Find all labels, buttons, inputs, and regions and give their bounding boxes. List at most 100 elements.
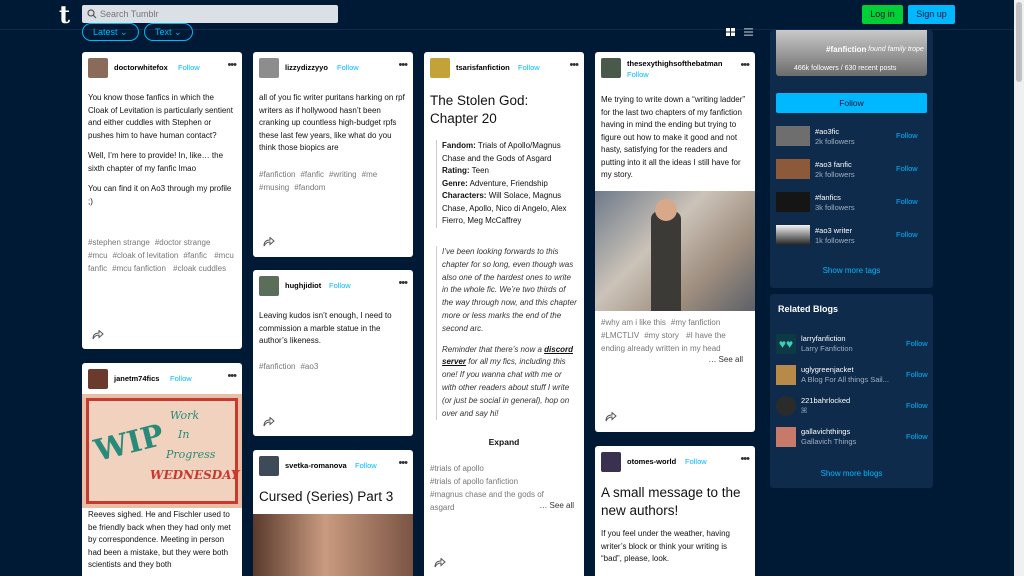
tag-link[interactable]: #mcu fanfiction (112, 264, 166, 273)
reblog-icon[interactable] (434, 558, 446, 568)
related-tag-row[interactable]: #ao3 fanfic 2k followers Follow (770, 159, 933, 183)
see-all-link[interactable]: … See all (706, 355, 743, 364)
genre-value: Adventure, Friendship (469, 178, 548, 188)
rating-label: Rating: (442, 166, 470, 175)
tag-link[interactable]: #cloak of levitation (113, 251, 179, 260)
avatar[interactable] (601, 452, 621, 472)
tag-link[interactable]: #trials of apollo fanfiction (430, 475, 576, 488)
more-options-icon[interactable]: ••• (569, 59, 579, 71)
post-image[interactable] (595, 191, 755, 311)
post-username[interactable]: tsarisfanfiction (456, 63, 510, 72)
tag-link[interactable]: #doctor strange (155, 238, 211, 247)
post-username[interactable]: otomes-world (627, 457, 676, 466)
related-blog-row[interactable]: 221bahrlocked ꕤ Follow (770, 394, 933, 418)
blog-follow-link[interactable]: Follow (906, 339, 928, 348)
related-blog-row[interactable]: ♥♥ larryfanfiction Larry Fanfiction Foll… (770, 332, 933, 356)
text-filter-button[interactable]: Text ⌄ (144, 23, 193, 41)
tag-link[interactable]: #my story (644, 331, 679, 340)
tag-link[interactable]: #fandom (294, 183, 325, 192)
post-username[interactable]: hughjidiot (285, 281, 321, 290)
tag-follow-link[interactable]: Follow (896, 131, 918, 140)
tag-link[interactable]: #trials of apollo (430, 462, 576, 475)
expand-button[interactable]: Expand (424, 420, 584, 452)
more-options-icon[interactable]: ••• (227, 59, 237, 71)
more-options-icon[interactable]: ••• (227, 370, 237, 382)
login-button[interactable]: Log in (862, 5, 903, 24)
follow-link[interactable]: Follow (627, 70, 649, 79)
blog-follow-link[interactable]: Follow (906, 401, 928, 410)
related-tag-row[interactable]: #ao3fic 2k followers Follow (770, 126, 933, 150)
post-username[interactable]: janetm74fics (114, 374, 159, 383)
latest-filter-button[interactable]: Latest ⌄ (82, 23, 139, 41)
follow-link[interactable]: Follow (329, 281, 351, 290)
tag-link[interactable]: #fanfic (183, 251, 207, 260)
more-options-icon[interactable]: ••• (398, 457, 408, 469)
tag-link[interactable]: #LMCTLIV (601, 331, 639, 340)
tumblr-logo[interactable]: t (59, 3, 75, 27)
post-username[interactable]: thesexythighsofthebatman (627, 59, 722, 68)
fandom-label: Fandom: (442, 141, 476, 150)
tag-link[interactable]: #fanfic (300, 170, 324, 179)
tag-follow-link[interactable]: Follow (896, 230, 918, 239)
more-options-icon[interactable]: ••• (398, 277, 408, 289)
blog-follow-link[interactable]: Follow (906, 432, 928, 441)
tag-link[interactable]: #my fanfiction (671, 318, 720, 327)
related-tag-row[interactable]: #fanfics 3k followers Follow (770, 192, 933, 216)
avatar[interactable] (259, 58, 279, 78)
search-input[interactable] (100, 5, 330, 23)
reblog-icon[interactable] (263, 237, 275, 247)
follow-link[interactable]: Follow (518, 63, 540, 72)
follow-link[interactable]: Follow (337, 63, 359, 72)
tag-link[interactable]: #ao3 (300, 362, 318, 371)
reblog-icon[interactable] (263, 417, 275, 427)
follow-link[interactable]: Follow (170, 374, 192, 383)
post-image[interactable]: WIP Work In Progress WEDNESDAY (82, 394, 242, 508)
tag-follow-link[interactable]: Follow (896, 197, 918, 206)
page-scrollbar[interactable] (1014, 0, 1024, 576)
tag-header-image[interactable]: #fanfiction found family trope 466k foll… (776, 30, 927, 76)
avatar[interactable] (88, 58, 108, 78)
avatar[interactable] (430, 58, 450, 78)
see-all-link[interactable]: … See all (539, 501, 574, 510)
reblog-icon[interactable] (92, 330, 104, 340)
search-box[interactable] (82, 5, 338, 23)
related-blog-row[interactable]: uglygreenjacket A Blog For All things Sa… (770, 363, 933, 387)
avatar[interactable] (259, 456, 279, 476)
avatar[interactable] (259, 276, 279, 296)
tag-link[interactable]: #why am i like this (601, 318, 666, 327)
grid-view-icon[interactable] (726, 28, 735, 36)
related-tag-row[interactable]: #ao3 writer 1k followers Follow (770, 225, 933, 249)
tag-link[interactable]: #cloak cuddles (173, 264, 226, 273)
more-options-icon[interactable]: ••• (398, 59, 408, 71)
more-options-icon[interactable]: ••• (740, 453, 750, 465)
follow-tag-button[interactable]: Follow (776, 93, 927, 113)
more-options-icon[interactable]: ••• (740, 59, 750, 71)
show-more-blogs-link[interactable]: Show more blogs (770, 469, 933, 478)
wip-line: WEDNESDAY (150, 468, 240, 482)
tag-link[interactable]: #stephen strange (88, 238, 150, 247)
post-username[interactable]: svetka-romanova (285, 461, 347, 470)
tag-link[interactable]: #fanfiction (259, 170, 295, 179)
follow-link[interactable]: Follow (685, 457, 707, 466)
follow-link[interactable]: Follow (178, 63, 200, 72)
avatar[interactable] (88, 369, 108, 389)
reblog-icon[interactable] (605, 412, 617, 422)
post-username[interactable]: lizzydizzyyo (285, 63, 328, 72)
show-more-tags-link[interactable]: Show more tags (770, 266, 933, 275)
tag-link[interactable]: #fanfiction (259, 362, 295, 371)
related-blog-row[interactable]: gallavichthings Gallavich Things Follow (770, 425, 933, 449)
avatar[interactable] (601, 58, 621, 78)
post-username[interactable]: doctorwhitefox (114, 63, 168, 72)
list-view-icon[interactable] (744, 28, 753, 36)
scrollbar-thumb[interactable] (1016, 2, 1022, 82)
tag-link[interactable]: #mcu (88, 251, 108, 260)
tag-link[interactable]: #me (362, 170, 378, 179)
tag-link[interactable]: #musing (259, 183, 289, 192)
tag-link[interactable]: #writing (329, 170, 357, 179)
tag-link[interactable]: #magnus chase and the gods of asgard (430, 488, 550, 514)
follow-link[interactable]: Follow (355, 461, 377, 470)
tag-follow-link[interactable]: Follow (896, 164, 918, 173)
post-image[interactable] (253, 514, 413, 576)
blog-follow-link[interactable]: Follow (906, 370, 928, 379)
signup-button[interactable]: Sign up (908, 5, 955, 24)
